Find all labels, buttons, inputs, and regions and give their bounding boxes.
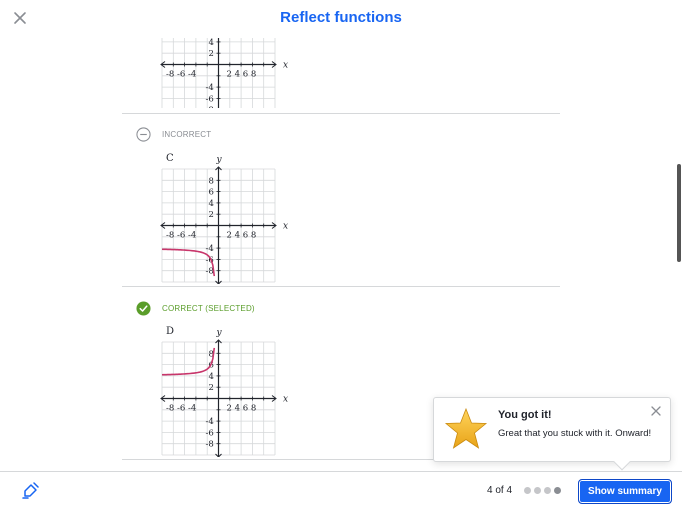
status-label: INCORRECT [162, 129, 212, 139]
x-axis-label: x [283, 395, 288, 405]
y-tick-label: 4 [209, 199, 214, 209]
bottom-bar: 4 of 4 Show summary [0, 471, 682, 510]
y-axis-label: y [216, 328, 223, 338]
choice-d-status: CORRECT (SELECTED) [136, 300, 255, 316]
y-tick-label: -6 [206, 94, 214, 104]
minus-circle-icon [136, 126, 151, 142]
y-tick-label: -8 [206, 106, 214, 108]
choice-c-status: INCORRECT [136, 126, 211, 142]
progress-dot [534, 487, 541, 494]
choice-letter: D [166, 326, 174, 337]
progress-text: 4 of 4 [487, 485, 513, 496]
x-axis-label: x [283, 61, 288, 71]
feedback-toast: You got it! Great that you stuck with it… [433, 397, 671, 462]
x-tick-labels-neg: -8 -6 -4 [166, 70, 196, 80]
y-tick-label: -8 [206, 440, 214, 450]
toast-title: You got it! [498, 409, 552, 421]
y-tick-label: 4 [209, 38, 214, 48]
top-bar: Reflect functions [0, 0, 682, 38]
divider [122, 113, 560, 114]
y-axis-label: y [216, 155, 223, 165]
star-icon [444, 407, 488, 449]
y-tick-label: -4 [206, 417, 214, 427]
y-tick-label: -4 [206, 83, 214, 93]
x-tick-labels-neg: -8 -6 -4 [166, 404, 196, 414]
x-tick-labels-pos: 2 4 6 8 [227, 404, 257, 414]
divider [122, 286, 560, 287]
graph-choice-c: xyC-8 -6 -4 2 4 6 88642-4-6-8 [160, 153, 288, 284]
y-tick-label: 2 [209, 49, 214, 59]
progress-dots [524, 487, 561, 494]
x-tick-labels-pos: 2 4 6 8 [227, 231, 257, 241]
y-tick-label: -4 [206, 244, 214, 254]
x-tick-labels-pos: 2 4 6 8 [227, 70, 257, 80]
y-tick-label: 8 [209, 176, 214, 186]
y-tick-label: 2 [209, 210, 214, 220]
scratchpad-icon[interactable] [21, 482, 39, 500]
progress-dot [524, 487, 531, 494]
toast-message: Great that you stuck with it. Onward! [498, 428, 652, 439]
scrollbar[interactable] [677, 164, 681, 262]
status-label: CORRECT (SELECTED) [162, 303, 255, 313]
page-title: Reflect functions [280, 9, 402, 26]
choice-letter: C [166, 153, 174, 164]
progress-dot [544, 487, 551, 494]
graph-choice-b: x-8 -6 -42 4 6 88642-4-6-8 [160, 38, 288, 108]
x-tick-labels-neg: -8 -6 -4 [166, 231, 196, 241]
graph-choice-d: xyD-8 -6 -4 2 4 6 88642-4-6-8 [160, 326, 288, 457]
y-tick-label: -6 [206, 428, 214, 438]
show-summary-button[interactable]: Show summary [578, 479, 672, 504]
y-tick-label: 6 [209, 188, 214, 198]
y-tick-label: 4 [209, 372, 214, 382]
progress-dot [554, 487, 561, 494]
check-circle-icon [136, 300, 151, 316]
y-tick-label: 2 [209, 383, 214, 393]
close-icon[interactable] [650, 405, 662, 417]
x-axis-label: x [283, 222, 288, 232]
function-curve [161, 347, 216, 376]
